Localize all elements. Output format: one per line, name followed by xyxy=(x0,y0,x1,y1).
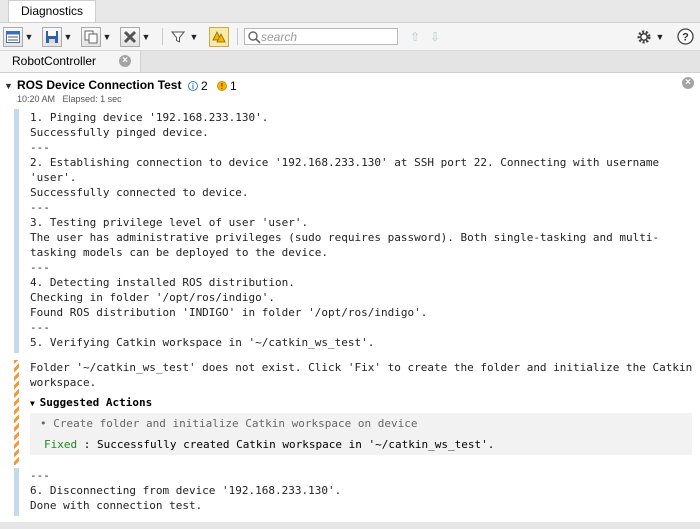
log-line: 3. Testing privilege level of user 'user… xyxy=(30,216,309,229)
search-icon xyxy=(248,31,261,44)
settings-dropdown[interactable]: ▼ xyxy=(634,26,666,47)
warning-bar xyxy=(14,360,19,465)
save-dropdown[interactable]: ▼ xyxy=(42,26,74,47)
info-bar xyxy=(14,468,19,516)
tab-diagnostics[interactable]: Diagnostics xyxy=(8,0,96,22)
log-line: --- xyxy=(30,141,50,154)
elapsed-time: Elapsed: 1 sec xyxy=(62,94,122,104)
search-input[interactable] xyxy=(261,29,393,44)
log-block-info: --- 6. Disconnecting from device '192.168… xyxy=(14,468,694,516)
main-tabstrip: Diagnostics xyxy=(0,0,700,23)
timestamp: 10:20 AM xyxy=(17,94,56,104)
log-line: 2. Establishing connection to device '19… xyxy=(30,156,660,169)
log-block-info: 1. Pinging device '192.168.233.130'. Succ… xyxy=(14,109,694,353)
log-line: Checking in folder '/opt/ros/indigo'. xyxy=(30,291,276,304)
log-line: The user has administrative privileges (… xyxy=(30,231,660,244)
warning-count-badge: ! 1 xyxy=(217,79,237,93)
chevron-down-icon[interactable]: ▼ xyxy=(140,27,152,47)
suggested-actions-header[interactable]: ▼ Suggested Actions xyxy=(30,396,152,409)
log-line: 6. Disconnecting from device '192.168.23… xyxy=(30,484,342,497)
suggested-action-item: • Create folder and initialize Catkin wo… xyxy=(40,417,418,430)
log-line: --- xyxy=(30,469,50,482)
log-line: --- xyxy=(30,261,50,274)
log-line: --- xyxy=(30,321,50,334)
warning-filter-toggle[interactable] xyxy=(209,26,229,47)
help-icon[interactable]: ? xyxy=(675,27,695,47)
log-line: Successfully pinged device. xyxy=(30,126,209,139)
chevron-down-icon[interactable]: ▼ xyxy=(62,27,74,47)
tab-label: RobotController xyxy=(12,54,97,68)
sub-tabstrip: RobotController × xyxy=(0,51,700,73)
info-count-badge: i 2 xyxy=(188,79,208,93)
chevron-down-icon[interactable]: ▼ xyxy=(654,27,666,47)
collapse-icon[interactable]: ▼ xyxy=(30,399,40,408)
log-line: Successfully connected to device. xyxy=(30,186,249,199)
log-line: --- xyxy=(30,201,50,214)
chevron-down-icon[interactable]: ▼ xyxy=(188,27,200,47)
toolbar-divider xyxy=(237,28,238,45)
warning-filter-icon[interactable] xyxy=(209,26,229,47)
log-line: 4. Detecting installed ROS distribution. xyxy=(30,276,295,289)
filter-dropdown[interactable]: ▼ xyxy=(168,26,200,47)
info-bar xyxy=(14,109,19,353)
copy-dropdown[interactable]: ▼ xyxy=(81,26,113,47)
info-icon: i xyxy=(188,81,198,91)
down-arrow-icon[interactable]: ⇩ xyxy=(428,30,442,44)
chevron-down-icon[interactable]: ▼ xyxy=(23,27,35,47)
log-line: 5. Verifying Catkin workspace in '~/catk… xyxy=(30,336,375,349)
chevron-down-icon[interactable]: ▼ xyxy=(101,27,113,47)
view-dropdown[interactable]: ▼ xyxy=(3,26,35,47)
log-line: Found ROS distribution 'INDIGO' in folde… xyxy=(30,306,428,319)
tab-robotcontroller[interactable]: RobotController × xyxy=(0,51,141,72)
diagnostics-content: ▼ ROS Device Connection Test i 2 ! 1 10:… xyxy=(0,73,700,529)
copy-icon[interactable] xyxy=(81,26,101,47)
help-button[interactable]: ? xyxy=(675,26,695,47)
log-line: tasking models can be deployed to the de… xyxy=(30,246,329,259)
test-section-header[interactable]: ▼ ROS Device Connection Test i 2 ! 1 10:… xyxy=(0,73,700,106)
toolbar-divider xyxy=(162,28,163,45)
warning-icon: ! xyxy=(217,81,227,91)
svg-text:?: ? xyxy=(682,32,689,44)
bullet: • xyxy=(40,417,54,430)
search-field[interactable] xyxy=(244,28,398,45)
log-line: 'user'. xyxy=(30,171,77,184)
section-title: ROS Device Connection Test xyxy=(17,78,182,92)
suggested-actions-box: • Create folder and initialize Catkin wo… xyxy=(30,413,692,455)
fix-result: Fixed : Successfully created Catkin work… xyxy=(44,438,494,451)
save-icon[interactable] xyxy=(42,26,62,47)
log-line: Folder '~/catkin_ws_test' does not exist… xyxy=(30,361,693,374)
gear-icon[interactable] xyxy=(634,27,654,47)
log-line: 1. Pinging device '192.168.233.130'. xyxy=(30,111,269,124)
clear-icon[interactable] xyxy=(120,26,140,47)
close-icon[interactable]: × xyxy=(119,55,131,67)
filter-icon[interactable] xyxy=(168,27,188,47)
collapse-icon[interactable]: ▼ xyxy=(4,81,13,91)
view-list-icon[interactable] xyxy=(3,26,23,47)
section-meta: 10:20 AM Elapsed: 1 sec xyxy=(17,94,127,104)
horizontal-scrollbar[interactable] xyxy=(0,522,700,529)
clear-dropdown[interactable]: ▼ xyxy=(120,26,152,47)
fixed-message: : Successfully created Catkin workspace … xyxy=(77,438,495,451)
log-line: Done with connection test. xyxy=(30,499,203,512)
fixed-label: Fixed xyxy=(44,438,78,451)
log-line: workspace. xyxy=(30,376,97,389)
log-block-warning: Folder '~/catkin_ws_test' does not exist… xyxy=(14,360,694,465)
up-arrow-icon[interactable]: ⇧ xyxy=(408,30,422,44)
close-icon[interactable]: × xyxy=(682,77,694,89)
